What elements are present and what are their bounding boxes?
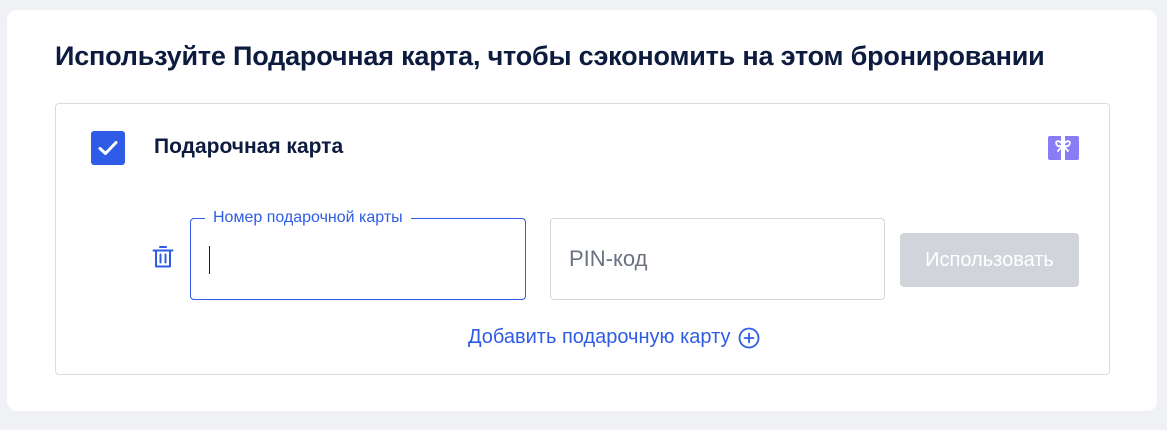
apply-button[interactable]: Использовать (900, 233, 1079, 287)
add-gift-card-link[interactable]: Добавить подарочную карту (468, 326, 760, 349)
gift-card-icon (1048, 136, 1079, 160)
gift-card-checkbox[interactable] (91, 131, 125, 165)
trash-icon[interactable] (152, 245, 174, 269)
gift-card-panel: Используйте Подарочная карта, чтобы сэко… (7, 10, 1157, 411)
gift-card-number-field[interactable]: Номер подарочной карты (190, 208, 526, 300)
page-title: Используйте Подарочная карта, чтобы сэко… (55, 41, 1045, 71)
add-gift-card-label: Добавить подарочную карту (468, 326, 731, 348)
plus-circle-icon (739, 327, 760, 348)
gift-card-number-input[interactable] (191, 219, 525, 299)
check-icon (98, 141, 118, 155)
pin-code-input[interactable] (551, 219, 884, 299)
pin-code-field[interactable] (550, 218, 885, 300)
gift-card-section: Подарочная карта Номер подарочной карты … (55, 103, 1110, 375)
gift-card-label: Подарочная карта (154, 135, 344, 158)
